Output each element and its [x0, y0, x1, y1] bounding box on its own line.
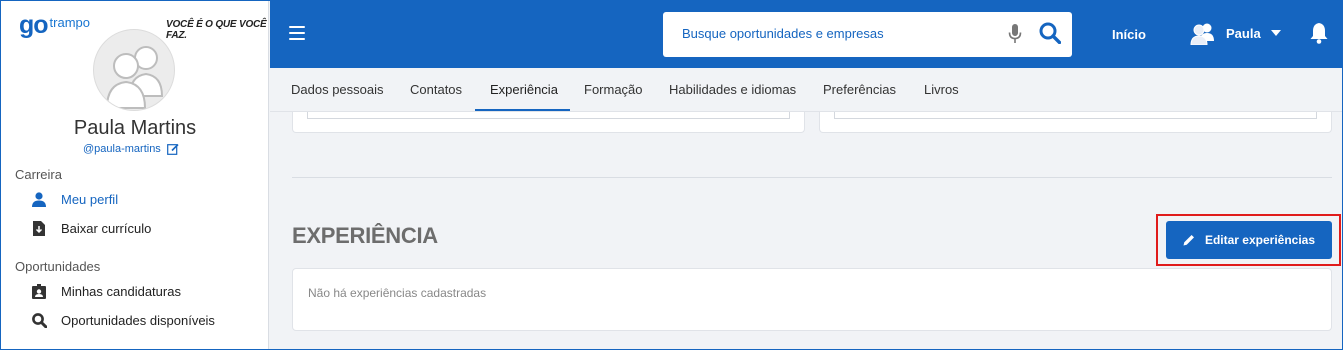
- id-badge-icon: [31, 283, 47, 299]
- profile-handle: @paula-martins: [83, 143, 179, 155]
- tab-dados-pessoais[interactable]: Dados pessoais: [291, 82, 384, 97]
- nav-inicio-link[interactable]: Início: [1112, 27, 1146, 42]
- app-window: go trampo VOCÊ É O QUE VOCÊ FAZ. Paula M…: [0, 0, 1343, 350]
- logo-trampo: trampo: [49, 15, 91, 30]
- edit-experiences-button[interactable]: Editar experiências: [1166, 221, 1332, 259]
- chevron-down-icon: [1270, 30, 1281, 36]
- sidebar-item-meu-perfil[interactable]: Meu perfil: [31, 191, 118, 207]
- person-icon: [31, 191, 47, 207]
- section-divider: [292, 177, 1332, 178]
- sidebar-item-label: Minhas candidaturas: [61, 283, 181, 299]
- experience-list-card: Não há experiências cadastradas: [292, 268, 1332, 331]
- empty-state-message: Não há experiências cadastradas: [308, 286, 487, 300]
- user-menu-label: Paula: [1226, 25, 1261, 41]
- field-box: [834, 112, 1317, 119]
- user-avatar-icon: [1190, 23, 1214, 45]
- search-bar[interactable]: Busque oportunidades e empresas: [663, 12, 1072, 57]
- search-icon[interactable]: [1039, 22, 1061, 44]
- edit-profile-icon[interactable]: [166, 143, 179, 155]
- sidebar-item-minhas-candidaturas[interactable]: Minhas candidaturas: [31, 283, 181, 299]
- sidebar: go trampo VOCÊ É O QUE VOCÊ FAZ. Paula M…: [1, 1, 269, 349]
- avatar-placeholder-icon: [105, 46, 164, 109]
- edit-experiences-label: Editar experiências: [1204, 233, 1316, 247]
- search-input[interactable]: Busque oportunidades e empresas: [682, 26, 884, 41]
- sidebar-item-label: Oportunidades disponíveis: [61, 312, 215, 328]
- previous-section-card-right: [819, 112, 1332, 133]
- tab-formacao[interactable]: Formação: [584, 82, 643, 97]
- avatar[interactable]: [93, 29, 175, 111]
- field-box: [307, 112, 790, 119]
- gotrampo-logo[interactable]: go trampo: [19, 11, 91, 39]
- tab-habilidades-idiomas[interactable]: Habilidades e idiomas: [669, 82, 796, 97]
- microphone-icon[interactable]: [1008, 24, 1022, 44]
- pencil-icon: [1183, 235, 1194, 246]
- experience-section-title: EXPERIÊNCIA: [292, 223, 438, 248]
- sidebar-item-baixar-curriculo[interactable]: Baixar currículo: [31, 220, 151, 236]
- user-menu[interactable]: Paula: [1188, 21, 1281, 45]
- active-tab-indicator: [475, 109, 570, 111]
- sidebar-item-label: Meu perfil: [61, 191, 119, 207]
- top-bar: Busque oportunidades e empresas Início P…: [270, 1, 1342, 68]
- logo-go: go: [19, 11, 49, 39]
- profile-handle-text: @paula-martins: [83, 143, 161, 155]
- sidebar-item-label: Baixar currículo: [61, 220, 152, 236]
- search-doc-icon: [31, 312, 47, 328]
- profile-name: Paula Martins: [73, 117, 197, 139]
- profile-tabs: Dados pessoais Contatos Experiência Form…: [270, 68, 1342, 112]
- sidebar-item-oportunidades-disponiveis[interactable]: Oportunidades disponíveis: [31, 312, 215, 328]
- tab-experiencia[interactable]: Experiência: [490, 82, 558, 97]
- slogan: VOCÊ É O QUE VOCÊ FAZ.: [166, 19, 267, 41]
- download-file-icon: [31, 220, 47, 236]
- previous-section-card-left: [292, 112, 805, 133]
- tab-preferencias[interactable]: Preferências: [823, 82, 896, 97]
- section-label-carreira: Carreira: [15, 167, 62, 182]
- tab-contatos[interactable]: Contatos: [410, 82, 462, 97]
- menu-icon[interactable]: [289, 26, 305, 40]
- bell-icon[interactable]: [1309, 22, 1329, 44]
- tab-livros[interactable]: Livros: [924, 82, 959, 97]
- section-label-oportunidades: Oportunidades: [15, 259, 101, 274]
